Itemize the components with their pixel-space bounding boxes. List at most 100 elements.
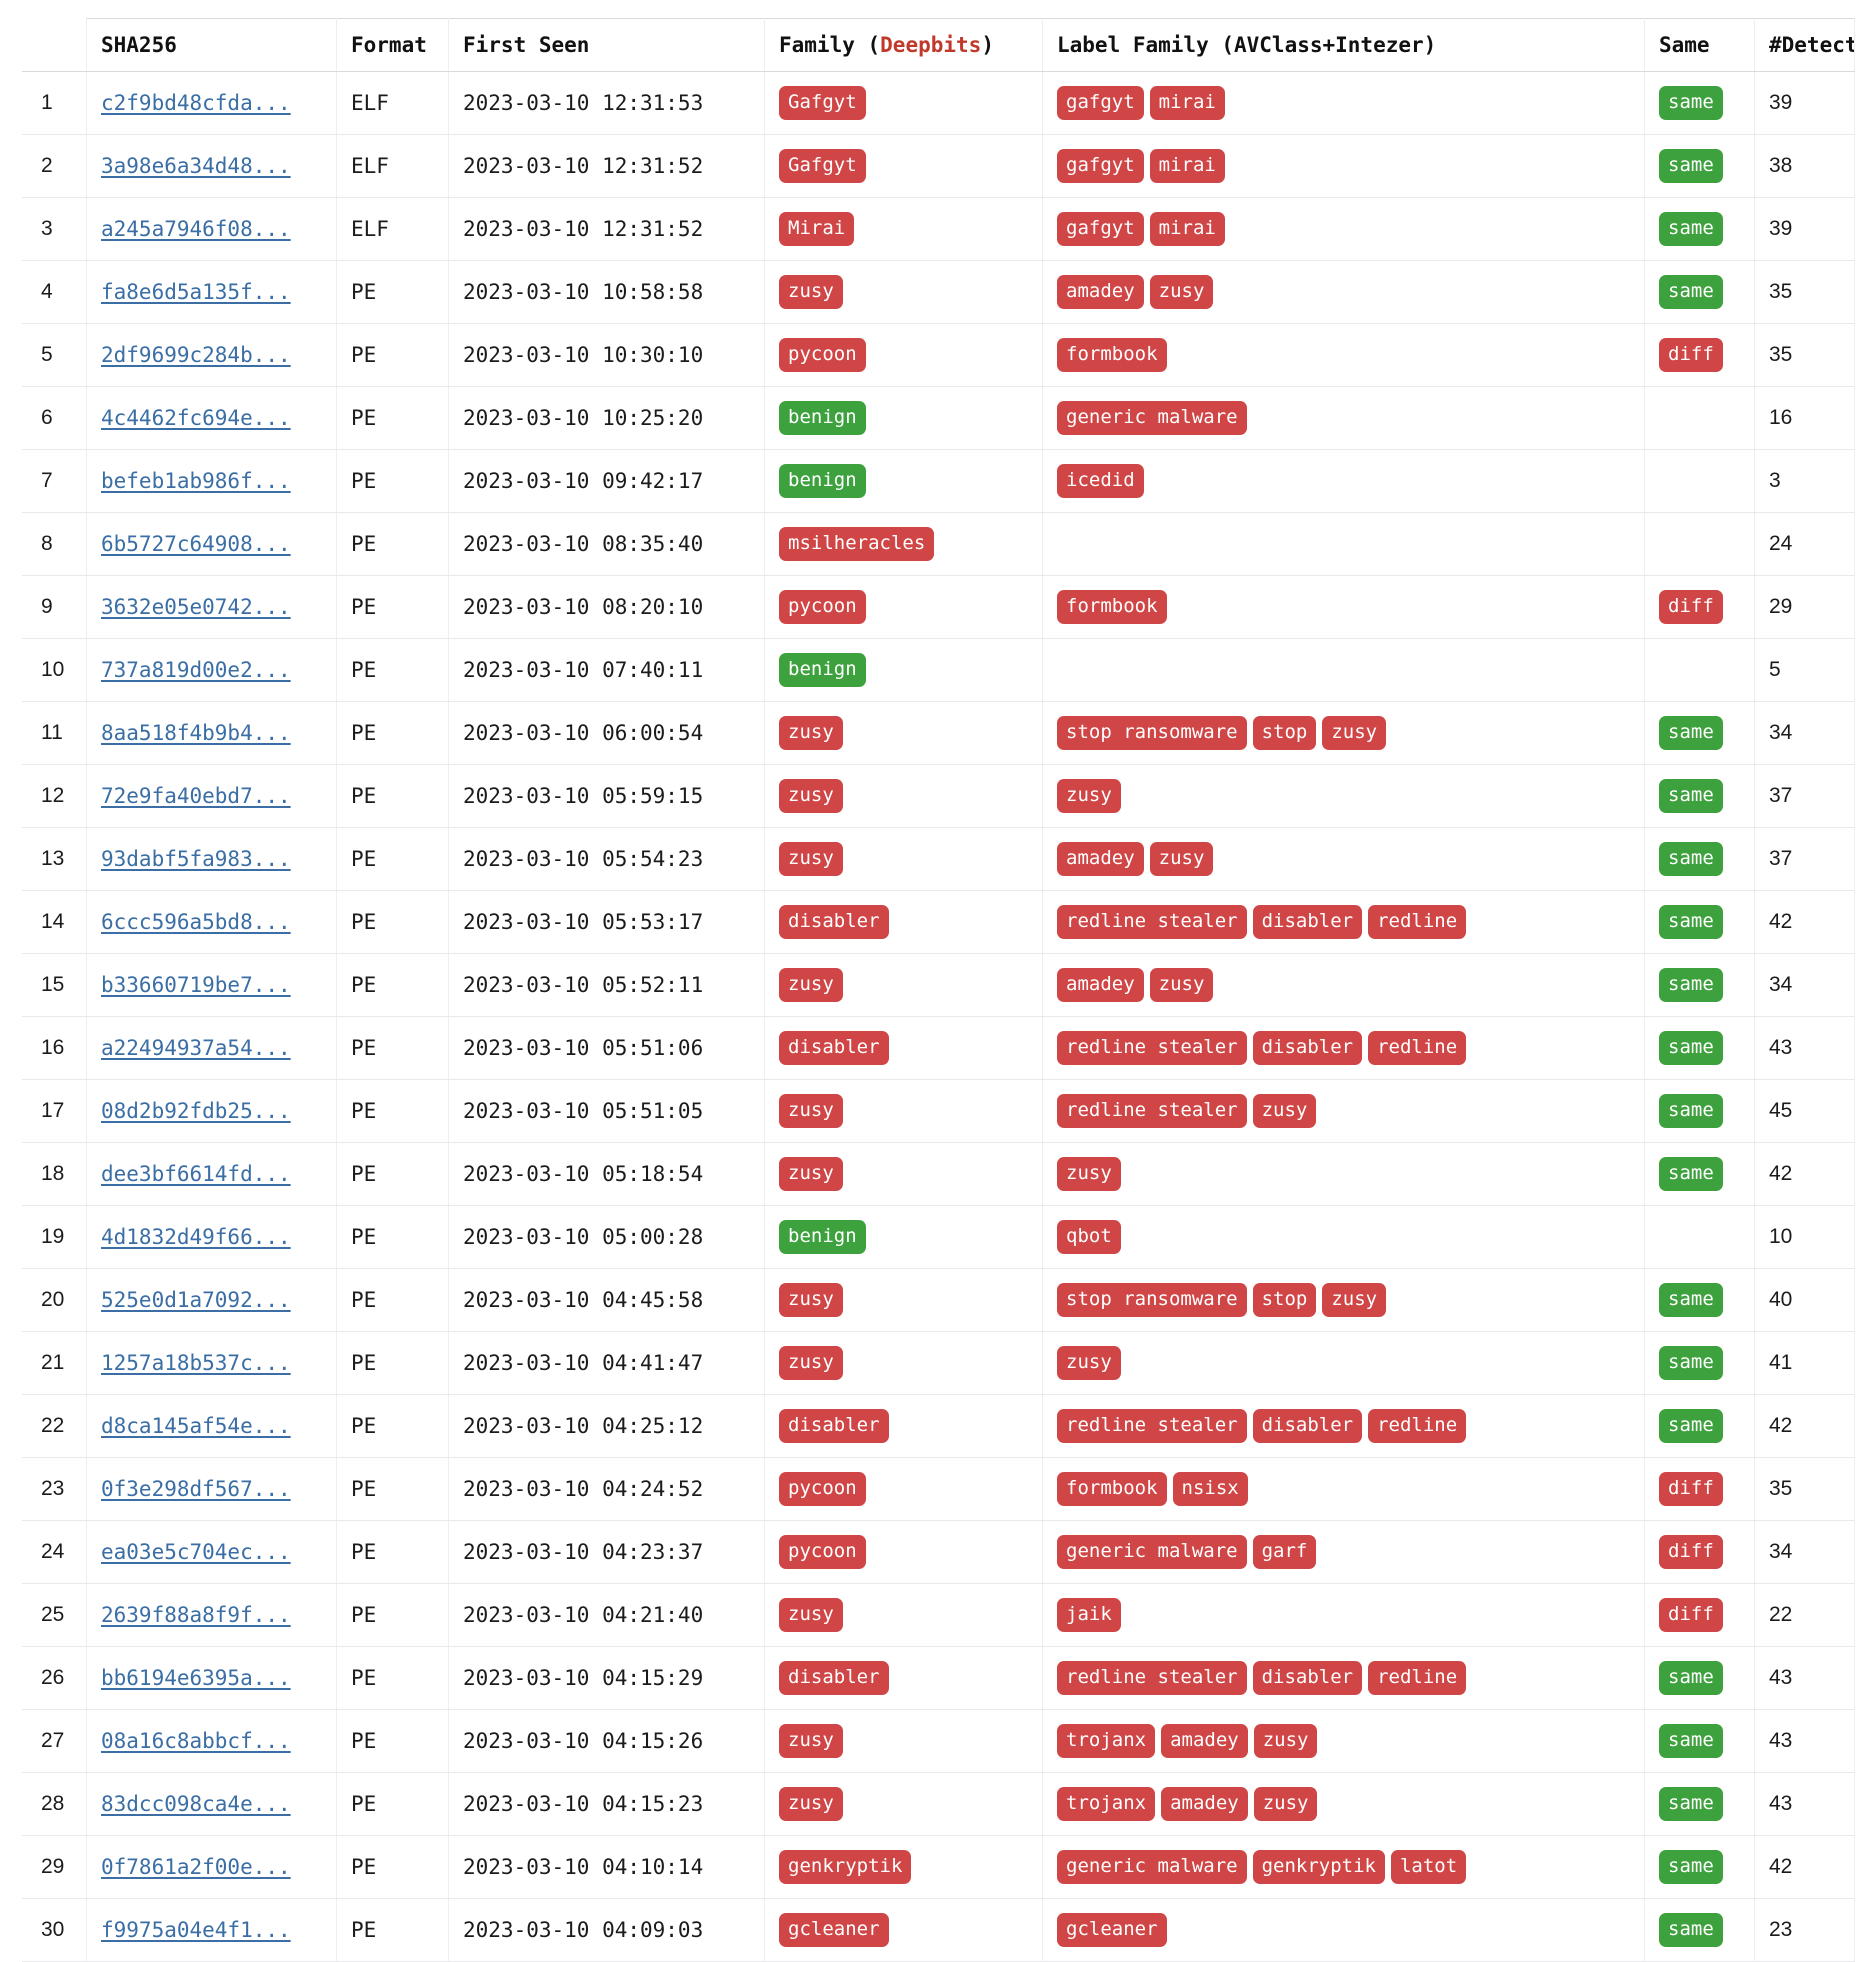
family-badge[interactable]: Mirai [779, 212, 855, 246]
same-badge[interactable]: same [1659, 149, 1723, 183]
same-badge[interactable]: same [1659, 1346, 1723, 1380]
sha256-link[interactable]: 3632e05e0742... [101, 595, 291, 619]
same-badge[interactable]: same [1659, 716, 1723, 750]
label-family-badge[interactable]: amadey [1057, 275, 1144, 309]
label-family-badge[interactable]: zusy [1057, 1346, 1121, 1380]
label-family-badge[interactable]: trojanx [1057, 1724, 1156, 1758]
same-badge[interactable]: diff [1659, 590, 1723, 624]
family-badge[interactable]: disabler [779, 1661, 889, 1695]
column-header-label-family[interactable]: Label Family (AVClass+Intezer) [1042, 18, 1645, 72]
same-badge[interactable]: same [1659, 1157, 1723, 1191]
family-badge[interactable]: benign [779, 401, 866, 435]
label-family-badge[interactable]: formbook [1057, 1472, 1167, 1506]
same-badge[interactable]: diff [1659, 1535, 1723, 1569]
label-family-badge[interactable]: garf [1252, 1535, 1317, 1569]
label-family-badge[interactable]: redline [1368, 1661, 1467, 1695]
family-badge[interactable]: zusy [779, 968, 843, 1002]
sha256-link[interactable]: 83dcc098ca4e... [101, 1792, 291, 1816]
label-family-badge[interactable]: disabler [1252, 1409, 1363, 1443]
family-badge[interactable]: pycoon [779, 338, 866, 372]
column-header-format[interactable]: Format [336, 18, 449, 72]
same-badge[interactable]: same [1659, 842, 1723, 876]
same-badge[interactable]: diff [1659, 1472, 1723, 1506]
sha256-link[interactable]: 3a98e6a34d48... [101, 154, 291, 178]
label-family-badge[interactable]: redline stealer [1057, 1094, 1247, 1128]
label-family-badge[interactable]: zusy [1322, 716, 1387, 750]
label-family-badge[interactable]: amadey [1161, 1787, 1248, 1821]
sha256-link[interactable]: 08a16c8abbcf... [101, 1729, 291, 1753]
family-badge[interactable]: zusy [779, 1094, 843, 1128]
sha256-link[interactable]: c2f9bd48cfda... [101, 91, 291, 115]
sha256-link[interactable]: f9975a04e4f1... [101, 1918, 291, 1942]
family-badge[interactable]: Gafgyt [779, 86, 866, 120]
sha256-link[interactable]: befeb1ab986f... [101, 469, 291, 493]
same-badge[interactable]: same [1659, 1850, 1723, 1884]
sha256-link[interactable]: ea03e5c704ec... [101, 1540, 291, 1564]
label-family-badge[interactable]: generic malware [1057, 401, 1247, 435]
family-badge[interactable]: zusy [779, 1283, 843, 1317]
label-family-badge[interactable]: generic malware [1057, 1850, 1247, 1884]
sha256-link[interactable]: d8ca145af54e... [101, 1414, 291, 1438]
family-badge[interactable]: msilheracles [779, 527, 935, 561]
label-family-badge[interactable]: amadey [1057, 968, 1144, 1002]
sha256-link[interactable]: fa8e6d5a135f... [101, 280, 291, 304]
label-family-badge[interactable]: amadey [1057, 842, 1144, 876]
sha256-link[interactable]: 4d1832d49f66... [101, 1225, 291, 1249]
label-family-badge[interactable]: latot [1390, 1850, 1467, 1884]
label-family-badge[interactable]: disabler [1252, 905, 1363, 939]
same-badge[interactable]: same [1659, 1913, 1723, 1947]
label-family-badge[interactable]: zusy [1149, 275, 1214, 309]
same-badge[interactable]: same [1659, 1409, 1723, 1443]
family-badge[interactable]: zusy [779, 1787, 843, 1821]
same-badge[interactable]: same [1659, 1724, 1723, 1758]
label-family-badge[interactable]: mirai [1149, 86, 1225, 120]
family-badge[interactable]: zusy [779, 1598, 843, 1632]
sha256-link[interactable]: 737a819d00e2... [101, 658, 291, 682]
label-family-badge[interactable]: gafgyt [1057, 212, 1144, 246]
sha256-link[interactable]: 08d2b92fdb25... [101, 1099, 291, 1123]
column-header-same[interactable]: Same [1644, 18, 1755, 72]
family-badge[interactable]: disabler [779, 905, 889, 939]
label-family-badge[interactable]: formbook [1057, 338, 1167, 372]
same-badge[interactable]: same [1659, 1094, 1723, 1128]
sha256-link[interactable]: 72e9fa40ebd7... [101, 784, 291, 808]
family-badge[interactable]: zusy [779, 1157, 843, 1191]
label-family-badge[interactable]: trojanx [1057, 1787, 1156, 1821]
label-family-badge[interactable]: redline [1368, 905, 1467, 939]
sha256-link[interactable]: dee3bf6614fd... [101, 1162, 291, 1186]
family-badge[interactable]: Gafgyt [779, 149, 866, 183]
label-family-badge[interactable]: gafgyt [1057, 149, 1144, 183]
column-header-family[interactable]: Family (Deepbits) [764, 18, 1043, 72]
label-family-badge[interactable]: formbook [1057, 590, 1167, 624]
label-family-badge[interactable]: zusy [1057, 779, 1121, 813]
column-header-first-seen[interactable]: First Seen [448, 18, 765, 72]
sha256-link[interactable]: 0f7861a2f00e... [101, 1855, 291, 1879]
column-header-detect[interactable]: #Detect [1754, 18, 1855, 72]
label-family-badge[interactable]: jaik [1057, 1598, 1121, 1632]
label-family-badge[interactable]: disabler [1252, 1661, 1363, 1695]
same-badge[interactable]: same [1659, 968, 1723, 1002]
label-family-badge[interactable]: zusy [1253, 1787, 1318, 1821]
same-badge[interactable]: same [1659, 905, 1723, 939]
sha256-link[interactable]: 0f3e298df567... [101, 1477, 291, 1501]
label-family-badge[interactable]: stop [1252, 716, 1317, 750]
same-badge[interactable]: same [1659, 86, 1723, 120]
label-family-badge[interactable]: stop [1252, 1283, 1317, 1317]
label-family-badge[interactable]: redline [1368, 1031, 1467, 1065]
label-family-badge[interactable]: zusy [1149, 968, 1214, 1002]
label-family-badge[interactable]: genkryptik [1252, 1850, 1385, 1884]
sha256-link[interactable]: 6b5727c64908... [101, 532, 291, 556]
same-badge[interactable]: same [1659, 1787, 1723, 1821]
sha256-link[interactable]: 6ccc596a5bd8... [101, 910, 291, 934]
label-family-badge[interactable]: stop ransomware [1057, 1283, 1247, 1317]
same-badge[interactable]: same [1659, 275, 1723, 309]
label-family-badge[interactable]: redline stealer [1057, 905, 1247, 939]
sha256-link[interactable]: 2df9699c284b... [101, 343, 291, 367]
label-family-badge[interactable]: mirai [1149, 149, 1225, 183]
sha256-link[interactable]: a245a7946f08... [101, 217, 291, 241]
family-badge[interactable]: gcleaner [779, 1913, 889, 1947]
label-family-badge[interactable]: redline stealer [1057, 1661, 1247, 1695]
label-family-badge[interactable]: redline [1368, 1409, 1467, 1443]
label-family-badge[interactable]: stop ransomware [1057, 716, 1247, 750]
family-badge[interactable]: pycoon [779, 1535, 866, 1569]
